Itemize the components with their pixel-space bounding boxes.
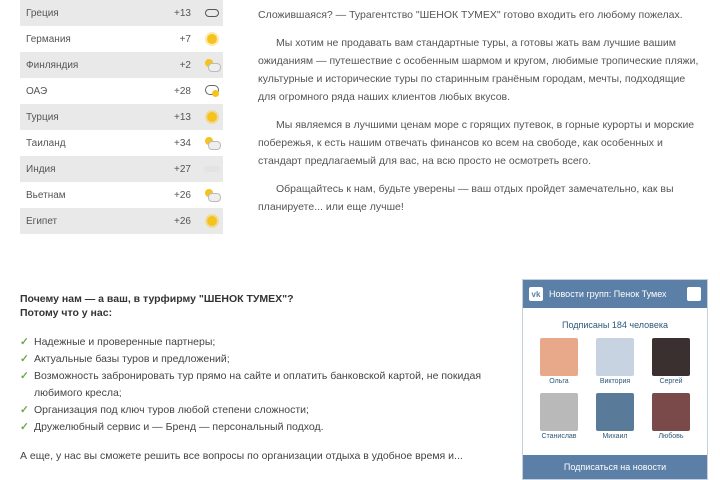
why-us-section: Почему нам — а ваш, в турфирму "ШЕНОК ТУ… [20, 292, 500, 465]
weather-row: Индия +27 [20, 156, 223, 182]
vk-members-grid: Ольга Виктория Сергей Станислав Михаил Любовь [523, 338, 707, 440]
avatar[interactable] [540, 393, 578, 431]
weather-country[interactable]: Индия [20, 164, 163, 175]
weather-temp: +2 [179, 59, 191, 71]
weather-temp: +26 [174, 189, 191, 201]
weather-temp: +7 [179, 33, 191, 45]
weather-row: Египет +26 [20, 208, 223, 234]
sun-icon [201, 34, 223, 44]
vk-member[interactable]: Ольга [531, 338, 587, 385]
avatar[interactable] [540, 338, 578, 376]
fog-icon [201, 166, 223, 172]
vk-member[interactable]: Сергей [643, 338, 699, 385]
vk-member[interactable]: Виктория [587, 338, 643, 385]
check-icon: ✓ [20, 421, 29, 433]
vk-subscriber-count[interactable]: Подписаны 184 человека [523, 320, 707, 330]
weather-row: Финляндия +2 [20, 52, 223, 78]
weather-temp: +28 [174, 85, 191, 97]
weather-country[interactable]: Таиланд [20, 138, 163, 149]
weather-row: Турция +13 [20, 104, 223, 130]
why-us-item: ✓ Возможность забронировать тур прямо на … [20, 368, 500, 402]
vk-member[interactable]: Станислав [531, 393, 587, 440]
weather-temp: +13 [174, 7, 191, 19]
sun-icon [201, 216, 223, 226]
article-paragraph-1: Сложившаяся? — Турагентство "ШЕНОК ТУМЕХ… [258, 9, 683, 21]
article-text: Сложившаяся? — Турагентство "ШЕНОК ТУМЕХ… [258, 6, 706, 226]
vk-member[interactable]: Михаил [587, 393, 643, 440]
sun-cloud-icon [201, 59, 223, 72]
vk-avatar-icon[interactable] [687, 287, 701, 301]
vk-member-name[interactable]: Сергей [659, 378, 682, 385]
weather-country[interactable]: Турция [20, 112, 163, 123]
vk-member-name[interactable]: Михаил [602, 433, 627, 440]
vk-subscribe-button[interactable]: Подписаться на новости [523, 455, 707, 479]
why-us-subtitle: Потому что у нас: [20, 307, 113, 319]
weather-country[interactable]: ОАЭ [20, 86, 163, 97]
cloud-icon [201, 9, 223, 17]
weather-temp: +26 [174, 215, 191, 227]
check-icon: ✓ [20, 336, 29, 348]
why-us-item-text: Дружелюбный сервис и — Бренд — персональ… [34, 421, 324, 433]
avatar[interactable] [652, 338, 690, 376]
why-us-item-text: Актуальные базы туров и предложений; [34, 353, 230, 365]
sun-cloud-icon [201, 137, 223, 150]
why-us-item: ✓ Организация под ключ туров любой степен… [20, 402, 500, 419]
vk-member-name[interactable]: Виктория [600, 378, 630, 385]
weather-temp: +27 [174, 163, 191, 175]
storm-icon [201, 84, 223, 98]
check-icon: ✓ [20, 370, 29, 382]
weather-table: Греция +13 Германия +7 Финляндия +2 ОАЭ +28 Турц… [20, 0, 223, 234]
why-us-item-text: Надежные и проверенные партнеры; [34, 336, 216, 348]
why-us-title: Почему нам — а ваш, в турфирму "ШЕНОК ТУ… [20, 293, 294, 305]
check-icon: ✓ [20, 404, 29, 416]
sun-cloud-icon [201, 189, 223, 202]
why-us-item: ✓ Дружелюбный сервис и — Бренд — персонал… [20, 419, 500, 436]
why-us-footer: А еще, у нас вы сможете решить все вопро… [20, 450, 463, 462]
vk-widget: vk Новости групп: Пенок Тумех Подписаны … [522, 279, 708, 480]
weather-country[interactable]: Финляндия [20, 60, 163, 71]
avatar[interactable] [652, 393, 690, 431]
weather-row: ОАЭ +28 [20, 78, 223, 104]
why-us-item-text: Возможность забронировать тур прямо на с… [34, 370, 482, 399]
why-us-item-text: Организация под ключ туров любой степени… [34, 404, 309, 416]
sun-icon [201, 112, 223, 122]
weather-country[interactable]: Греция [20, 8, 163, 19]
weather-temp: +34 [174, 137, 191, 149]
vk-member[interactable]: Любовь [643, 393, 699, 440]
weather-row: Вьетнам +26 [20, 182, 223, 208]
weather-temp: +13 [174, 111, 191, 123]
vk-logo-icon: vk [529, 287, 543, 301]
why-us-item: ✓ Актуальные базы туров и предложений; [20, 351, 500, 368]
article-paragraph-4: Обращайтесь к нам, будьте уверены — ваш … [258, 183, 674, 213]
weather-country[interactable]: Германия [20, 34, 163, 45]
why-us-list: ✓ Надежные и проверенные партнеры; ✓ Актуал… [20, 334, 500, 436]
vk-member-name[interactable]: Любовь [658, 433, 683, 440]
avatar[interactable] [596, 338, 634, 376]
vk-member-name[interactable]: Станислав [541, 433, 576, 440]
check-icon: ✓ [20, 353, 29, 365]
vk-group-title[interactable]: Новости групп: Пенок Тумех [549, 289, 687, 299]
weather-row: Греция +13 [20, 0, 223, 26]
weather-row: Германия +7 [20, 26, 223, 52]
avatar[interactable] [596, 393, 634, 431]
vk-member-name[interactable]: Ольга [549, 378, 568, 385]
weather-country[interactable]: Вьетнам [20, 190, 163, 201]
weather-row: Таиланд +34 [20, 130, 223, 156]
vk-widget-header: vk Новости групп: Пенок Тумех [523, 280, 707, 308]
weather-country[interactable]: Египет [20, 216, 163, 227]
article-paragraph-2: Мы хотим не продавать вам стандартные ту… [258, 37, 699, 103]
why-us-item: ✓ Надежные и проверенные партнеры; [20, 334, 500, 351]
article-paragraph-3: Мы являемся в лучшими ценам море с горящ… [258, 119, 695, 167]
